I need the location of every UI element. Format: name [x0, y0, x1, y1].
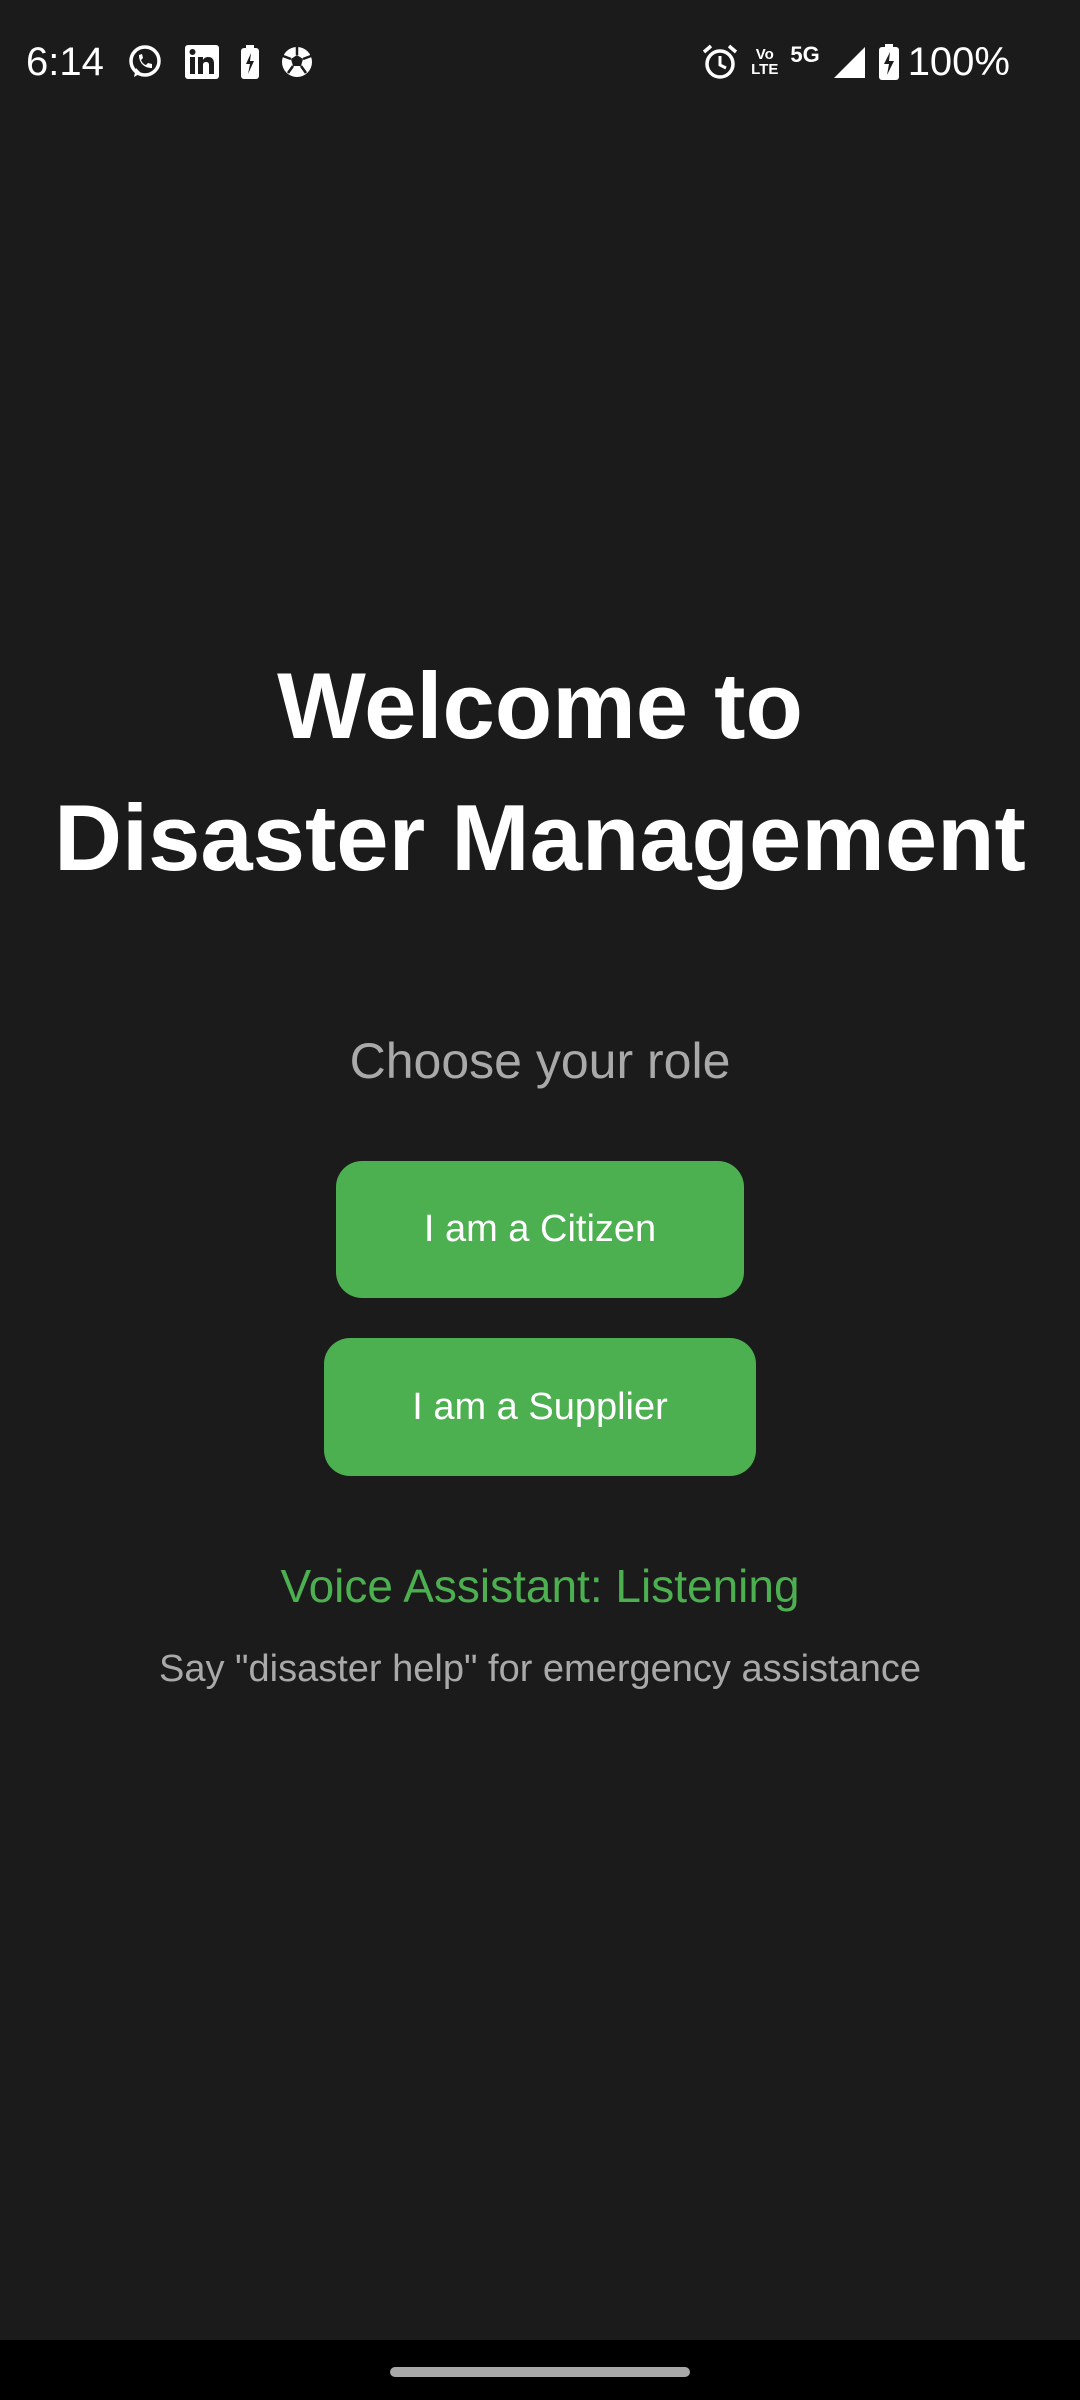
5g-icon: 5G	[790, 42, 820, 67]
navigation-bar	[0, 2340, 1080, 2400]
voice-assistant-status: Voice Assistant: Listening	[280, 1560, 800, 1612]
role-prompt: Choose your role	[349, 1033, 731, 1089]
citizen-button[interactable]: I am a Citizen	[336, 1161, 744, 1298]
linkedin-icon	[184, 44, 220, 80]
battery-icon	[878, 44, 900, 80]
battery-saver-icon	[240, 45, 260, 79]
status-bar: 6:14 Vo LTE 5G 100%	[0, 0, 1080, 124]
volte-top-label: Vo	[755, 46, 774, 63]
welcome-title: Welcome to Disaster Management	[0, 640, 1080, 904]
welcome-title-line2: Disaster Management	[54, 785, 1026, 890]
notification-icons	[126, 42, 314, 82]
supplier-button[interactable]: I am a Supplier	[324, 1338, 756, 1476]
system-icons: Vo LTE 5G 100%	[701, 40, 1010, 84]
app-screen: 6:14 Vo LTE 5G 100% Welcome to Disaster …	[0, 0, 1080, 2400]
volte-icon: Vo LTE	[751, 47, 778, 77]
signal-icon	[832, 45, 866, 79]
voice-assistant-hint: Say "disaster help" for emergency assist…	[158, 1648, 921, 1690]
volte-bottom-label: LTE	[751, 61, 779, 78]
welcome-title-line1: Welcome to	[277, 653, 803, 758]
whatsapp-icon	[126, 43, 164, 81]
alarm-icon	[701, 43, 739, 81]
football-icon	[280, 45, 314, 79]
battery-percentage: 100%	[907, 40, 1010, 84]
home-gesture-handle[interactable]	[390, 2367, 690, 2377]
status-time: 6:14	[26, 40, 104, 84]
